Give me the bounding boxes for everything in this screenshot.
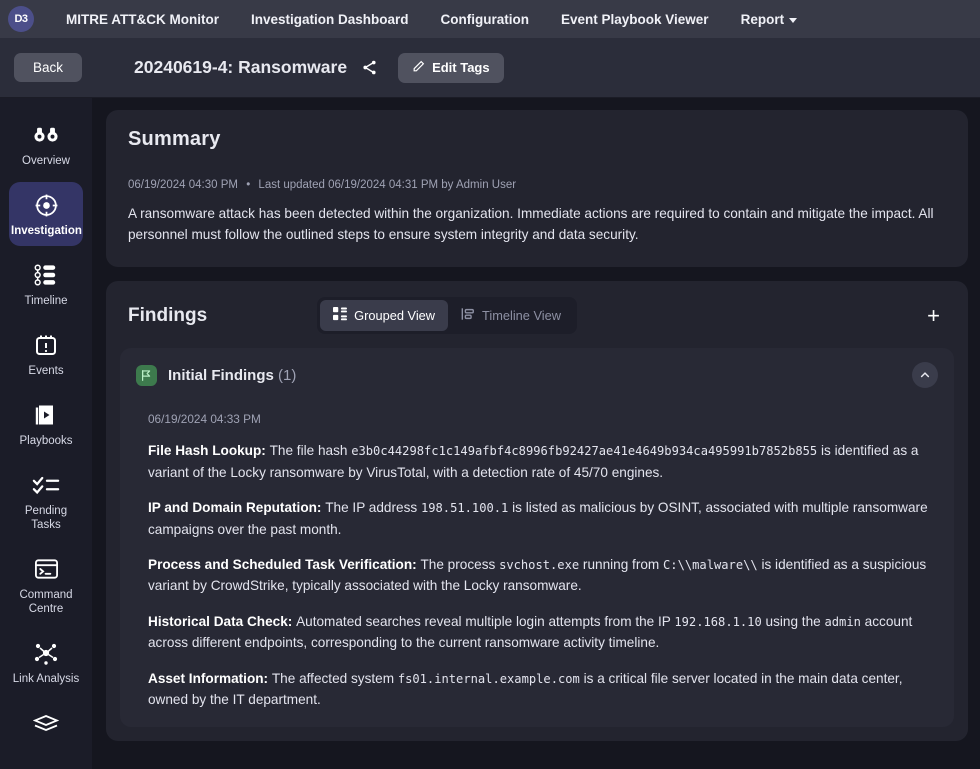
meta-separator: • (246, 179, 251, 191)
edit-tags-button[interactable]: Edit Tags (398, 52, 504, 83)
finding-text: using the (761, 613, 825, 629)
sidebar-item-layers[interactable] (9, 700, 83, 750)
tab-timeline-view[interactable]: Timeline View (448, 300, 574, 331)
summary-title: Summary (128, 128, 221, 150)
finding-indicator-value: admin (824, 614, 861, 629)
finding-text: running from (579, 557, 664, 572)
top-navigation-bar: D3 MITRE ATT&CK Monitor Investigation Da… (0, 0, 980, 38)
sidebar-item-label: Events (28, 365, 64, 378)
finding-text: The process (420, 557, 500, 572)
timeline-icon (11, 261, 81, 289)
summary-body-text: A ransomware attack has been detected wi… (128, 206, 934, 243)
summary-card: Summary 06/19/2024 04:30 PM • Last updat… (106, 110, 968, 268)
calendar-alert-icon (11, 331, 81, 359)
finding-indicator-value: e3b0c44298fc1c149afbf4c8996fb92427ae41e4… (351, 444, 818, 459)
playbook-icon (11, 401, 81, 429)
findings-card: Findings Grouped View Timeline View + In… (106, 281, 968, 741)
nav-label: Event Playbook Viewer (561, 11, 709, 27)
findings-header: Findings Grouped View Timeline View + (120, 297, 954, 335)
chevron-up-icon[interactable] (912, 362, 938, 389)
left-sidebar: Overview Investigation Timeline Events P… (0, 98, 92, 769)
tab-label: Timeline View (482, 308, 561, 324)
network-nodes-icon (11, 639, 81, 667)
finding-indicator-value: C:\\malware\\ (663, 558, 758, 572)
finding-paragraph: Historical Data Check: Automated searche… (148, 611, 938, 654)
flag-icon (136, 364, 157, 386)
sidebar-item-label: Link Analysis (12, 673, 80, 686)
nav-item-configuration[interactable]: Configuration (425, 12, 545, 27)
sidebar-item-label: Pending Tasks (24, 505, 68, 532)
finding-label: Asset Information: (148, 670, 272, 686)
terminal-icon (11, 555, 81, 583)
back-button[interactable]: Back (14, 53, 83, 82)
finding-group-title: Initial Findings (1) (168, 367, 296, 384)
summary-created-timestamp: 06/19/2024 04:30 PM (128, 179, 238, 191)
nav-item-investigation-dashboard[interactable]: Investigation Dashboard (235, 12, 425, 27)
timeline-view-icon (461, 307, 475, 324)
sidebar-item-events[interactable]: Events (9, 322, 83, 386)
binoculars-icon (11, 121, 81, 149)
finding-entries: File Hash Lookup: The file hash e3b0c442… (148, 440, 938, 711)
sidebar-item-label: Timeline (24, 295, 68, 308)
findings-title: Findings (128, 304, 208, 326)
main-content: Summary 06/19/2024 04:30 PM • Last updat… (92, 98, 980, 769)
edit-tags-label: Edit Tags (432, 60, 490, 75)
finding-group-header[interactable]: Initial Findings (1) (136, 362, 938, 389)
sidebar-item-overview[interactable]: Overview (9, 112, 83, 176)
sidebar-item-pending-tasks[interactable]: Pending Tasks (9, 462, 83, 540)
nav-label: Report (740, 11, 785, 27)
finding-paragraph: Asset Information: The affected system f… (148, 668, 938, 711)
finding-indicator-value: fs01.internal.example.com (397, 671, 580, 686)
finding-group-count: (1) (278, 366, 297, 384)
nav-item-report[interactable]: Report (725, 12, 814, 27)
finding-group-initial-findings: Initial Findings (1) 06/19/2024 04:33 PM… (120, 348, 954, 727)
chevron-down-icon (789, 17, 798, 23)
pencil-icon (412, 60, 425, 76)
finding-label: Process and Scheduled Task Verification: (148, 557, 421, 572)
summary-meta: 06/19/2024 04:30 PM • Last updated 06/19… (128, 179, 946, 191)
nav-item-event-playbook-viewer[interactable]: Event Playbook Viewer (545, 12, 725, 27)
finding-text: The affected system (271, 670, 398, 686)
finding-label: IP and Domain Reputation: (148, 500, 326, 516)
finding-paragraph: File Hash Lookup: The file hash e3b0c442… (148, 440, 938, 483)
finding-timestamp: 06/19/2024 04:33 PM (148, 412, 261, 427)
share-icon[interactable] (361, 59, 378, 76)
sidebar-item-label: Playbooks (19, 435, 73, 448)
sidebar-item-timeline[interactable]: Timeline (9, 252, 83, 316)
app-logo[interactable]: D3 (8, 6, 34, 32)
tab-grouped-view[interactable]: Grouped View (320, 300, 449, 332)
layers-icon (11, 709, 81, 737)
grid-icon (333, 307, 348, 324)
sidebar-item-label: Command Centre (19, 589, 73, 616)
finding-paragraph: Process and Scheduled Task Verification:… (148, 554, 938, 597)
nav-label: Configuration (440, 11, 529, 27)
finding-label: File Hash Lookup: (148, 443, 270, 459)
finding-text: Automated searches reveal multiple login… (296, 613, 675, 629)
sidebar-item-playbooks[interactable]: Playbooks (9, 392, 83, 456)
nav-label: Investigation Dashboard (250, 11, 409, 27)
nav-label: MITRE ATT&CK Monitor (66, 11, 219, 27)
finding-indicator-value: svchost.exe (499, 558, 580, 572)
target-icon (11, 191, 81, 219)
add-finding-button[interactable]: + (921, 304, 946, 327)
summary-updated-info: Last updated 06/19/2024 04:31 PM by Admi… (258, 179, 517, 191)
finding-indicator-value: 198.51.100.1 (420, 501, 509, 516)
case-sub-header: Back 20240619-4: Ransomware Edit Tags (0, 38, 980, 98)
group-title-text: Initial Findings (168, 366, 274, 384)
finding-text: The IP address (325, 500, 421, 516)
page-title: 20240619-4: Ransomware (134, 57, 348, 77)
sidebar-item-label: Investigation (11, 225, 82, 238)
checklist-icon (11, 471, 81, 499)
findings-view-toggle: Grouped View Timeline View (317, 297, 577, 335)
finding-indicator-value: 192.168.1.10 (674, 614, 762, 629)
sidebar-item-command-centre[interactable]: Command Centre (9, 546, 83, 624)
finding-label: Historical Data Check: (148, 613, 297, 629)
tab-label: Grouped View (354, 308, 436, 324)
sidebar-item-investigation[interactable]: Investigation (9, 182, 83, 247)
finding-text: The file hash (269, 443, 352, 459)
finding-paragraph: IP and Domain Reputation: The IP address… (148, 497, 938, 540)
sidebar-item-link-analysis[interactable]: Link Analysis (9, 630, 83, 694)
sidebar-item-label: Overview (22, 155, 70, 167)
nav-item-mitre-attack-monitor[interactable]: MITRE ATT&CK Monitor (50, 12, 235, 27)
